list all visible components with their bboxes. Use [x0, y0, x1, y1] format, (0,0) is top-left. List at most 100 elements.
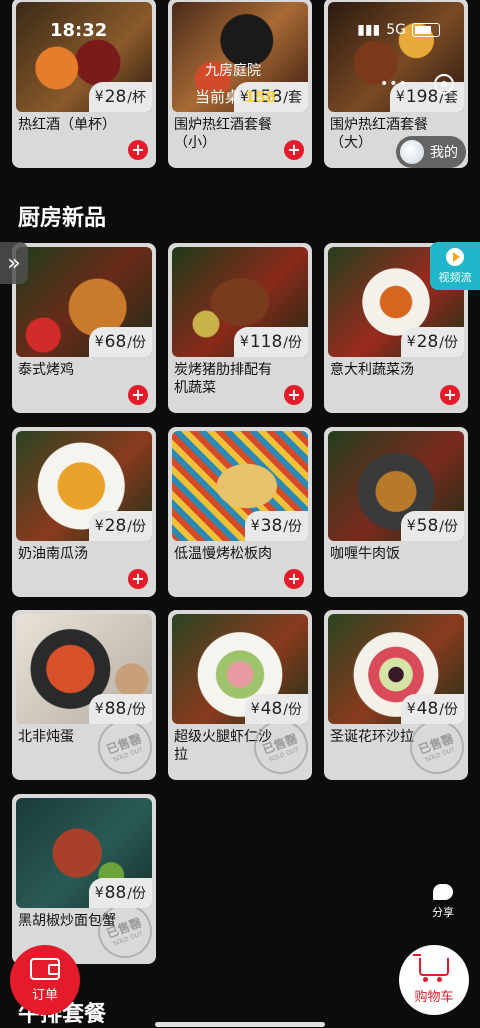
price-unit: /份: [127, 335, 146, 351]
item-name: 咖喱牛肉饭: [330, 546, 400, 562]
price-tag: ¥38/份: [244, 511, 308, 541]
price-tag: ¥48/份: [244, 694, 308, 724]
side-expand-tab[interactable]: »: [0, 242, 28, 284]
price-unit: /份: [127, 519, 146, 535]
price-value: 28: [104, 87, 127, 107]
item-name: 泰式烤鸡: [18, 362, 74, 378]
price-value: 118: [249, 332, 283, 352]
price-unit: /份: [283, 335, 302, 351]
item-name: 奶油南瓜汤: [18, 546, 88, 562]
wechat-icon: [433, 884, 453, 900]
signal-icon: ▮▮▮: [357, 22, 381, 38]
menu-item-card[interactable]: ¥88/份 北非炖蛋 已售罄 SOLD OUT: [12, 610, 156, 780]
price-value: 28: [104, 516, 127, 536]
item-name: 低温慢烤松板肉: [174, 546, 272, 562]
status-time: 18:32: [50, 20, 108, 41]
cart-icon: [413, 953, 449, 982]
price-tag: ¥28/份: [88, 511, 152, 541]
currency-symbol: ¥: [239, 334, 249, 350]
price-tag: ¥48/份: [400, 694, 464, 724]
order-label: 订单: [31, 987, 58, 1003]
currency-symbol: ¥: [406, 334, 416, 350]
price-value: 88: [104, 883, 127, 903]
price-value: 38: [260, 516, 283, 536]
menu-item-card[interactable]: ¥58/份 咖喱牛肉饭: [324, 427, 468, 597]
price-unit: /份: [283, 519, 302, 535]
price-value: 28: [416, 332, 439, 352]
item-name: 热红酒（单杯）: [18, 117, 116, 133]
mine-label: 我的: [430, 145, 458, 161]
price-unit: /份: [283, 702, 302, 718]
menu-item-card[interactable]: ¥38/份 低温慢烤松板肉 +: [168, 427, 312, 597]
menu-item-card[interactable]: ¥68/份 泰式烤鸡 +: [12, 243, 156, 413]
add-to-cart-button[interactable]: +: [128, 385, 148, 405]
menu-item-card[interactable]: ¥28/份 奶油南瓜汤 +: [12, 427, 156, 597]
price-value: 48: [416, 699, 439, 719]
currency-symbol: ¥: [406, 518, 416, 534]
menu-item-card[interactable]: ¥48/份 超级火腿虾仁沙拉 已售罄 SOLD OUT: [168, 610, 312, 780]
more-menu-icon[interactable]: •••: [380, 76, 408, 92]
section-title-kitchen-new: 厨房新品: [18, 206, 107, 231]
add-to-cart-button[interactable]: +: [440, 385, 460, 405]
price-value: 88: [104, 699, 127, 719]
add-to-cart-button[interactable]: +: [284, 569, 304, 589]
currency-symbol: ¥: [94, 89, 104, 105]
network-label: 5G: [386, 22, 406, 38]
video-flow-label: 视频流: [438, 270, 472, 284]
price-tag: ¥28/份: [400, 327, 464, 357]
price-tag: ¥88/份: [88, 878, 152, 908]
share-button[interactable]: 分享: [428, 884, 458, 920]
price-value: 48: [260, 699, 283, 719]
current-table-prefix: 当前桌: [195, 88, 241, 106]
close-target-icon[interactable]: [434, 74, 454, 94]
home-indicator[interactable]: [155, 1022, 325, 1027]
price-tag: ¥58/份: [400, 511, 464, 541]
menu-item-card[interactable]: ¥48/份 圣诞花环沙拉 已售罄 SOLD OUT: [324, 610, 468, 780]
video-flow-button[interactable]: 视频流: [430, 242, 480, 290]
price-value: 198: [405, 87, 439, 107]
add-to-cart-button[interactable]: +: [128, 140, 148, 160]
price-unit: /份: [439, 335, 458, 351]
price-unit: /份: [439, 519, 458, 535]
currency-symbol: ¥: [406, 701, 416, 717]
order-button[interactable]: 订单: [10, 945, 80, 1015]
price-unit: /杯: [127, 90, 146, 106]
add-to-cart-button[interactable]: +: [284, 385, 304, 405]
price-unit: /份: [127, 702, 146, 718]
wallet-icon: [30, 957, 60, 980]
currency-symbol: ¥: [250, 701, 260, 717]
price-tag: ¥28/杯: [88, 82, 152, 112]
price-unit: /份: [127, 886, 146, 902]
play-icon: [446, 247, 464, 266]
price-tag: ¥68/份: [88, 327, 152, 357]
currency-symbol: ¥: [94, 518, 104, 534]
menu-item-card[interactable]: ¥88/份 黑胡椒炒面包蟹 已售罄 SOLD OUT: [12, 794, 156, 964]
cart-label: 购物车: [414, 989, 454, 1005]
share-label: 分享: [432, 906, 454, 919]
store-title: 九房庭院: [205, 63, 261, 79]
price-unit: /份: [439, 702, 458, 718]
status-bar: 18:32 ▮▮▮ 5G: [0, 0, 480, 60]
price-tag: ¥88/份: [88, 694, 152, 724]
battery-icon: [412, 23, 440, 37]
current-table-number: 158: [244, 88, 277, 106]
mine-button[interactable]: 我的: [396, 136, 466, 168]
cart-button[interactable]: 购物车: [399, 945, 469, 1015]
item-name: 炭烤猪肋排配有机蔬菜: [174, 362, 272, 396]
add-to-cart-button[interactable]: +: [284, 140, 304, 160]
current-table: 当前桌 158: [195, 86, 276, 107]
currency-symbol: ¥: [94, 701, 104, 717]
avatar: [400, 140, 424, 164]
item-name: 围炉热红酒套餐（小）: [174, 117, 272, 151]
currency-symbol: ¥: [250, 518, 260, 534]
price-unit: /套: [283, 90, 302, 106]
price-tag: ¥118/份: [233, 327, 308, 357]
status-indicators: ▮▮▮ 5G: [357, 22, 440, 38]
price-value: 68: [104, 332, 127, 352]
add-to-cart-button[interactable]: +: [128, 569, 148, 589]
price-value: 58: [416, 516, 439, 536]
currency-symbol: ¥: [94, 334, 104, 350]
item-name: 意大利蔬菜汤: [330, 362, 414, 378]
currency-symbol: ¥: [94, 885, 104, 901]
menu-item-card[interactable]: ¥118/份 炭烤猪肋排配有机蔬菜 +: [168, 243, 312, 413]
